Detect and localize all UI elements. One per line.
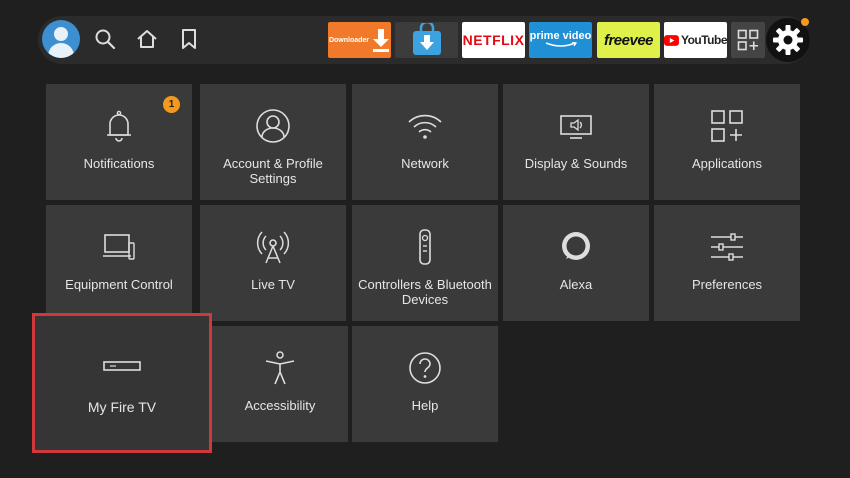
tile-label: Applications xyxy=(691,156,763,171)
account-profile-settings-tile[interactable]: Account & Profile Settings xyxy=(200,84,346,200)
remote-icon xyxy=(407,229,443,265)
my-fire-tv-tile[interactable]: My Fire TV xyxy=(32,313,212,453)
home-icon[interactable] xyxy=(136,28,158,50)
live-tv-tile[interactable]: Live TV xyxy=(200,205,346,321)
tile-label: Live TV xyxy=(251,277,295,292)
tile-label: Network xyxy=(401,156,449,171)
fire-tv-device-icon xyxy=(102,348,142,384)
freevee-app-tile[interactable]: freevee xyxy=(597,22,660,58)
tile-label: My Fire TV xyxy=(87,399,157,415)
youtube-app-tile[interactable]: YouTube xyxy=(664,22,727,58)
avatar-body xyxy=(48,43,74,58)
avatar-head xyxy=(54,27,68,41)
tile-label: Notifications xyxy=(83,156,155,171)
antenna-icon xyxy=(255,229,291,265)
tile-label: Help xyxy=(411,398,439,413)
prime-video-label: prime video xyxy=(529,30,592,42)
shopping-bag-download-icon xyxy=(412,23,441,55)
equipment-control-tile[interactable]: Equipment Control xyxy=(46,205,192,321)
applications-tile[interactable]: Applications xyxy=(654,84,800,200)
bookmark-icon[interactable] xyxy=(178,28,200,50)
downloader-app-tile[interactable]: Downloader xyxy=(328,22,391,58)
tile-label: Preferences xyxy=(691,277,763,292)
downloader-label: Downloader xyxy=(328,36,370,44)
notification-count-badge: 1 xyxy=(163,96,180,113)
netflix-label: NETFLIX xyxy=(462,32,525,48)
alexa-tile[interactable]: Alexa xyxy=(503,205,649,321)
alexa-icon xyxy=(558,229,594,265)
tile-label: Controllers & Bluetooth Devices xyxy=(358,277,492,307)
prime-smile-icon xyxy=(545,42,577,47)
tile-label: Account & Profile Settings xyxy=(223,156,323,186)
sliders-icon xyxy=(709,229,745,265)
display-sounds-tile[interactable]: Display & Sounds xyxy=(503,84,649,200)
netflix-app-tile[interactable]: NETFLIX xyxy=(462,22,525,58)
controllers-bluetooth-devices-tile[interactable]: Controllers & Bluetooth Devices xyxy=(352,205,498,321)
prime-video-app-tile[interactable]: prime video xyxy=(529,22,592,58)
accessibility-tile[interactable]: Accessibility xyxy=(212,326,348,442)
tile-label: Accessibility xyxy=(244,398,316,413)
account-icon xyxy=(255,108,291,144)
preferences-tile[interactable]: Preferences xyxy=(654,205,800,321)
help-icon xyxy=(407,350,443,386)
network-tile[interactable]: Network xyxy=(352,84,498,200)
app-grid-icon xyxy=(737,29,759,51)
accessibility-icon xyxy=(262,350,298,386)
youtube-play-icon xyxy=(664,34,679,46)
wifi-icon xyxy=(407,108,443,144)
download-arrow-icon xyxy=(373,29,390,52)
applications-grid-icon xyxy=(709,108,745,144)
gear-icon xyxy=(773,25,803,55)
display-speaker-icon xyxy=(558,108,594,144)
tile-label: Display & Sounds xyxy=(524,156,628,171)
search-icon[interactable] xyxy=(94,28,116,50)
tv-remote-icon xyxy=(101,229,137,265)
youtube-label: YouTube xyxy=(680,33,727,47)
notifications-tile[interactable]: 1 Notifications xyxy=(46,84,192,200)
app-store-download-tile[interactable] xyxy=(395,22,458,58)
freevee-label: freevee xyxy=(603,31,654,49)
help-tile[interactable]: Help xyxy=(352,326,498,442)
tile-label: Equipment Control xyxy=(65,277,173,292)
profile-avatar[interactable] xyxy=(42,20,80,58)
settings-notification-dot xyxy=(801,18,809,26)
tile-label: Alexa xyxy=(559,277,593,292)
all-apps-button[interactable] xyxy=(731,22,765,58)
bell-icon xyxy=(101,108,137,144)
